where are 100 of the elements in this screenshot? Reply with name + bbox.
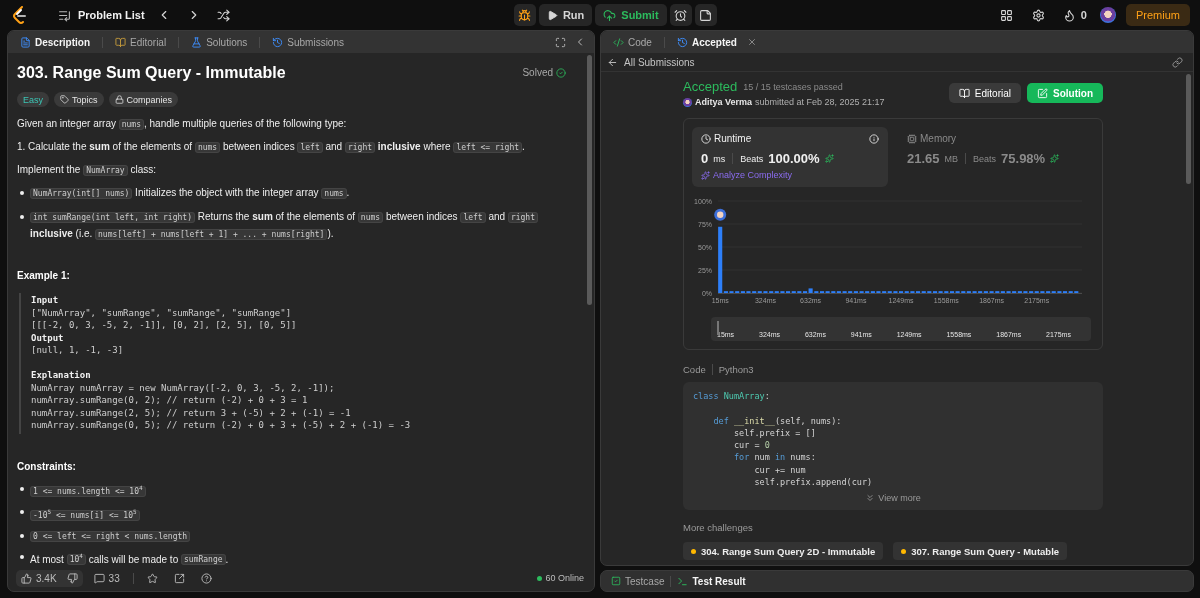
code-line: class NumArray:: [693, 390, 771, 403]
testcases-passed: 15 / 15 testcases passed: [743, 81, 843, 92]
history-icon: [676, 36, 688, 48]
solved-status: Solved: [522, 66, 566, 80]
beats-label: Beats: [973, 153, 997, 164]
beats-percent: 100.00%: [768, 151, 820, 166]
example-block: Input ["NumArray", "sumRange", "sumRange", "sumRange"] [[[-2, 0, 3, -5, 2, -1]], [0, 2], [2, 5], [0, 5]] Output [null, 1, -1, -3] Explanation NumArray numArray = new NumArray([-2, 0, 3, -5, 2, -1]); numArray.sumRange(0, 2); // return (-2) + 0 + 3 = 1 numArray.sumRange(2, 5); // return 3 + (-5) + 2 + (-1) = -1 numArray.sumRange(0, 5); // return (-2) + 0 + 3 + (-5) + 2 + (-1) = -3: [19, 293, 576, 434]
challenge-link[interactable]: 307. Range Sum Query - Mutable: [893, 542, 1068, 561]
history-icon: [272, 36, 284, 48]
run-button[interactable]: Run: [538, 4, 593, 26]
online-count: 60 Online: [537, 573, 584, 583]
link-icon[interactable]: [1172, 56, 1183, 68]
beats-percent: 75.98%: [1001, 151, 1046, 166]
grid-icon: [1000, 8, 1014, 22]
bullet-icon: [20, 554, 24, 559]
scrollbar[interactable]: [1186, 74, 1191, 184]
star-icon: [146, 572, 158, 584]
list-icon: [58, 8, 71, 22]
code-icon: [613, 36, 624, 48]
bullet-icon: [20, 510, 24, 515]
tab[interactable]: Editorial: [111, 32, 171, 52]
flask-icon: [191, 36, 203, 48]
info-icon[interactable]: [869, 133, 879, 144]
chevrons-down-icon: [865, 493, 876, 504]
language-label: Python3: [718, 364, 754, 375]
code-line: cur = 0: [732, 439, 771, 452]
avatar-marker: [714, 208, 727, 221]
bullet-icon: [20, 215, 24, 219]
play-icon: [546, 9, 558, 21]
editorial-button[interactable]: Editorial: [948, 83, 1021, 103]
tab[interactable]: Submissions: [268, 32, 348, 52]
tab[interactable]: Code: [609, 32, 656, 52]
tag-button[interactable]: Companies: [108, 92, 179, 107]
view-more-button[interactable]: View more: [859, 492, 927, 505]
problem-title: 303. Range Sum Query - Immutable: [17, 64, 286, 82]
debug-button[interactable]: [513, 4, 536, 26]
logo[interactable]: [12, 6, 28, 24]
code-line: self.prefix.append(cur): [753, 476, 874, 489]
note-button[interactable]: [694, 4, 717, 26]
metric-unit: ms: [713, 153, 726, 164]
paragraph: 1. Calculate the sum of the elements of nums between indices left and right inclusive where left <= right .: [17, 140, 526, 155]
tab[interactable]: Testcase: [607, 571, 669, 591]
bullet-icon: [20, 191, 24, 195]
help-icon: [200, 572, 212, 584]
avatar[interactable]: [1100, 7, 1116, 23]
streak-button[interactable]: 0: [1059, 4, 1090, 26]
metric-unit: MB: [944, 153, 959, 164]
checkbox-icon: [611, 576, 621, 586]
metric-card[interactable]: Runtime 0 ms Beats 100.00% Analyze Complexity: [692, 127, 888, 187]
tag-button[interactable]: Topics: [54, 92, 104, 107]
code-line: self.prefix = []: [732, 426, 817, 440]
code-line: cur += num: [753, 463, 807, 477]
terminal-icon: [677, 575, 689, 587]
arrow-left-icon: [607, 56, 618, 68]
avatar: [683, 97, 692, 107]
lock-icon: [114, 95, 124, 104]
note-icon: [699, 8, 713, 22]
tab[interactable]: Test Result: [673, 571, 750, 591]
code-label: Code: [683, 364, 706, 375]
back-link[interactable]: All Submissions: [607, 56, 695, 68]
code-line: def __init__(self, nums):: [712, 414, 843, 427]
sparkle-icon: [1050, 154, 1060, 163]
cloud-upload-icon: [603, 8, 617, 22]
shuffle-icon: [217, 8, 231, 22]
chip-icon: [907, 133, 917, 144]
metric-title: Memory: [920, 133, 957, 144]
scrollbar[interactable]: [587, 55, 592, 305]
fullscreen-icon[interactable]: [555, 36, 566, 48]
problem-list-link[interactable]: Problem List: [58, 8, 145, 22]
bug-icon: [518, 8, 532, 22]
tab[interactable]: Accepted: [672, 32, 741, 52]
comments-button[interactable]: 33: [88, 569, 125, 587]
list-item: NumArray(int[] nums) Initializes the object with the integer array nums .: [30, 185, 350, 202]
tab[interactable]: Solutions: [187, 32, 252, 52]
sparkle-icon: [701, 170, 710, 180]
section-heading: More challenges: [683, 522, 754, 534]
metric-value: 0: [701, 151, 709, 166]
author-name[interactable]: Aditya Verma: [695, 97, 753, 107]
clock-icon: [701, 133, 711, 144]
code-line: for num in nums:: [732, 451, 817, 464]
sparkle-icon: [824, 154, 834, 163]
metric-card[interactable]: Memory 21.65 MB Beats 75.98%: [898, 127, 1094, 187]
difficulty-label: Easy: [17, 92, 49, 107]
submitted-time: submitted at Feb 28, 2025 21:17: [755, 97, 885, 107]
metric-title: Runtime: [714, 133, 752, 144]
premium-button[interactable]: Premium: [1126, 4, 1190, 26]
constraints-heading: Constraints:: [17, 459, 77, 474]
timer-button[interactable]: [669, 4, 692, 26]
bullet-icon: [20, 486, 24, 491]
example-heading: Example 1:: [17, 269, 71, 283]
challenge-link[interactable]: 304. Range Sum Query 2D - Immutable: [683, 542, 884, 561]
book-icon: [958, 87, 970, 99]
bullet-icon: [20, 533, 24, 538]
submit-button[interactable]: Submit: [595, 4, 667, 26]
thumbs-down-icon: [66, 572, 78, 584]
metric-value: 21.65: [907, 151, 940, 166]
check-circle-icon: [556, 68, 566, 78]
beats-label: Beats: [740, 153, 764, 164]
close-icon[interactable]: [746, 37, 757, 47]
tab[interactable]: Description: [16, 32, 94, 52]
